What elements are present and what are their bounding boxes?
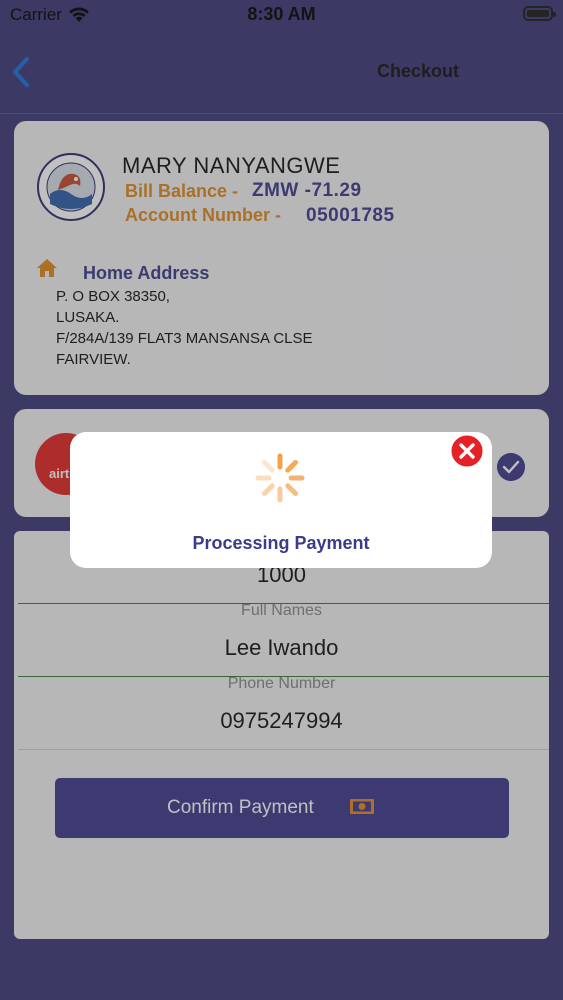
checkout-screen: Carrier 8:30 AM Checkout MARY NANYANGWE …: [0, 0, 563, 1000]
loading-spinner-icon: [255, 453, 305, 503]
close-icon[interactable]: [448, 432, 486, 470]
processing-message: Processing Payment: [192, 533, 370, 553]
processing-modal: Processing Payment: [70, 432, 492, 568]
